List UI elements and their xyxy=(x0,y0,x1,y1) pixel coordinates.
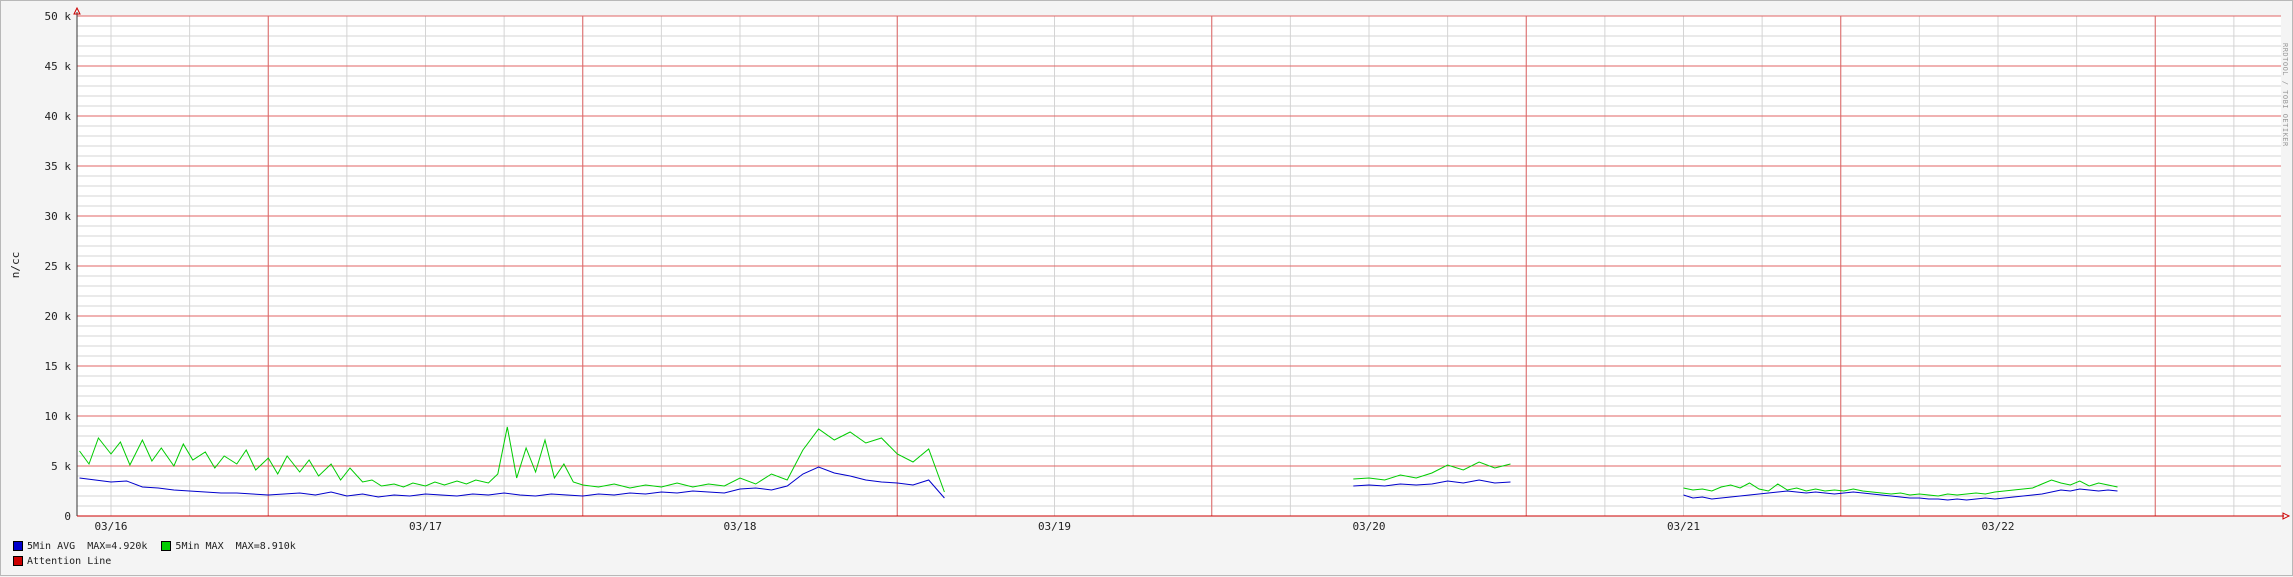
legend-label-attention: Attention Line xyxy=(27,555,112,567)
x-tick-label: 03/21 xyxy=(1667,520,1700,533)
x-tick-label: 03/20 xyxy=(1352,520,1385,533)
legend-label-max: 5Min MAX MAX=8.910k xyxy=(175,540,296,552)
rrdtool-watermark: RRDTOOL / TOBI OETIKER xyxy=(2281,43,2289,147)
y-tick-label: 45 k xyxy=(45,60,72,73)
line-chart: 0 5 k 10 k 15 k 20 k 25 k 30 k 35 k 40 k 45 k 50 k… xyxy=(9,6,2291,533)
y-tick-label: 30 k xyxy=(45,210,72,223)
chart-frame: 0 5 k 10 k 15 k 20 k 25 k 30 k 35 k 40 k 45 k 50 k… xyxy=(0,0,2293,576)
legend-swatch-max xyxy=(161,541,172,551)
y-axis-label: n/cc xyxy=(9,252,22,279)
x-tick-label: 03/22 xyxy=(1981,520,2014,533)
legend-label-avg: 5Min AVG MAX=4.920k xyxy=(27,540,148,552)
y-tick-label: 5 k xyxy=(51,460,71,473)
legend-row-1: 5Min AVG MAX=4.920k 5Min MAX MAX=8.910k xyxy=(13,539,310,553)
x-tick-label: 03/16 xyxy=(94,520,127,533)
y-tick-label: 0 xyxy=(64,510,71,523)
y-tick-label: 20 k xyxy=(45,310,72,323)
x-tick-label: 03/18 xyxy=(723,520,756,533)
y-tick-label: 10 k xyxy=(45,410,72,423)
x-tick-label: 03/17 xyxy=(409,520,442,533)
y-tick-label: 15 k xyxy=(45,360,72,373)
y-tick-label: 35 k xyxy=(45,160,72,173)
legend-swatch-avg xyxy=(13,541,23,551)
legend-row-2: Attention Line xyxy=(13,554,125,568)
y-tick-label: 25 k xyxy=(45,260,72,273)
legend-swatch-attention xyxy=(13,556,23,566)
y-tick-label: 40 k xyxy=(45,110,72,123)
y-tick-label: 50 k xyxy=(45,10,72,23)
x-tick-label: 03/19 xyxy=(1038,520,1071,533)
